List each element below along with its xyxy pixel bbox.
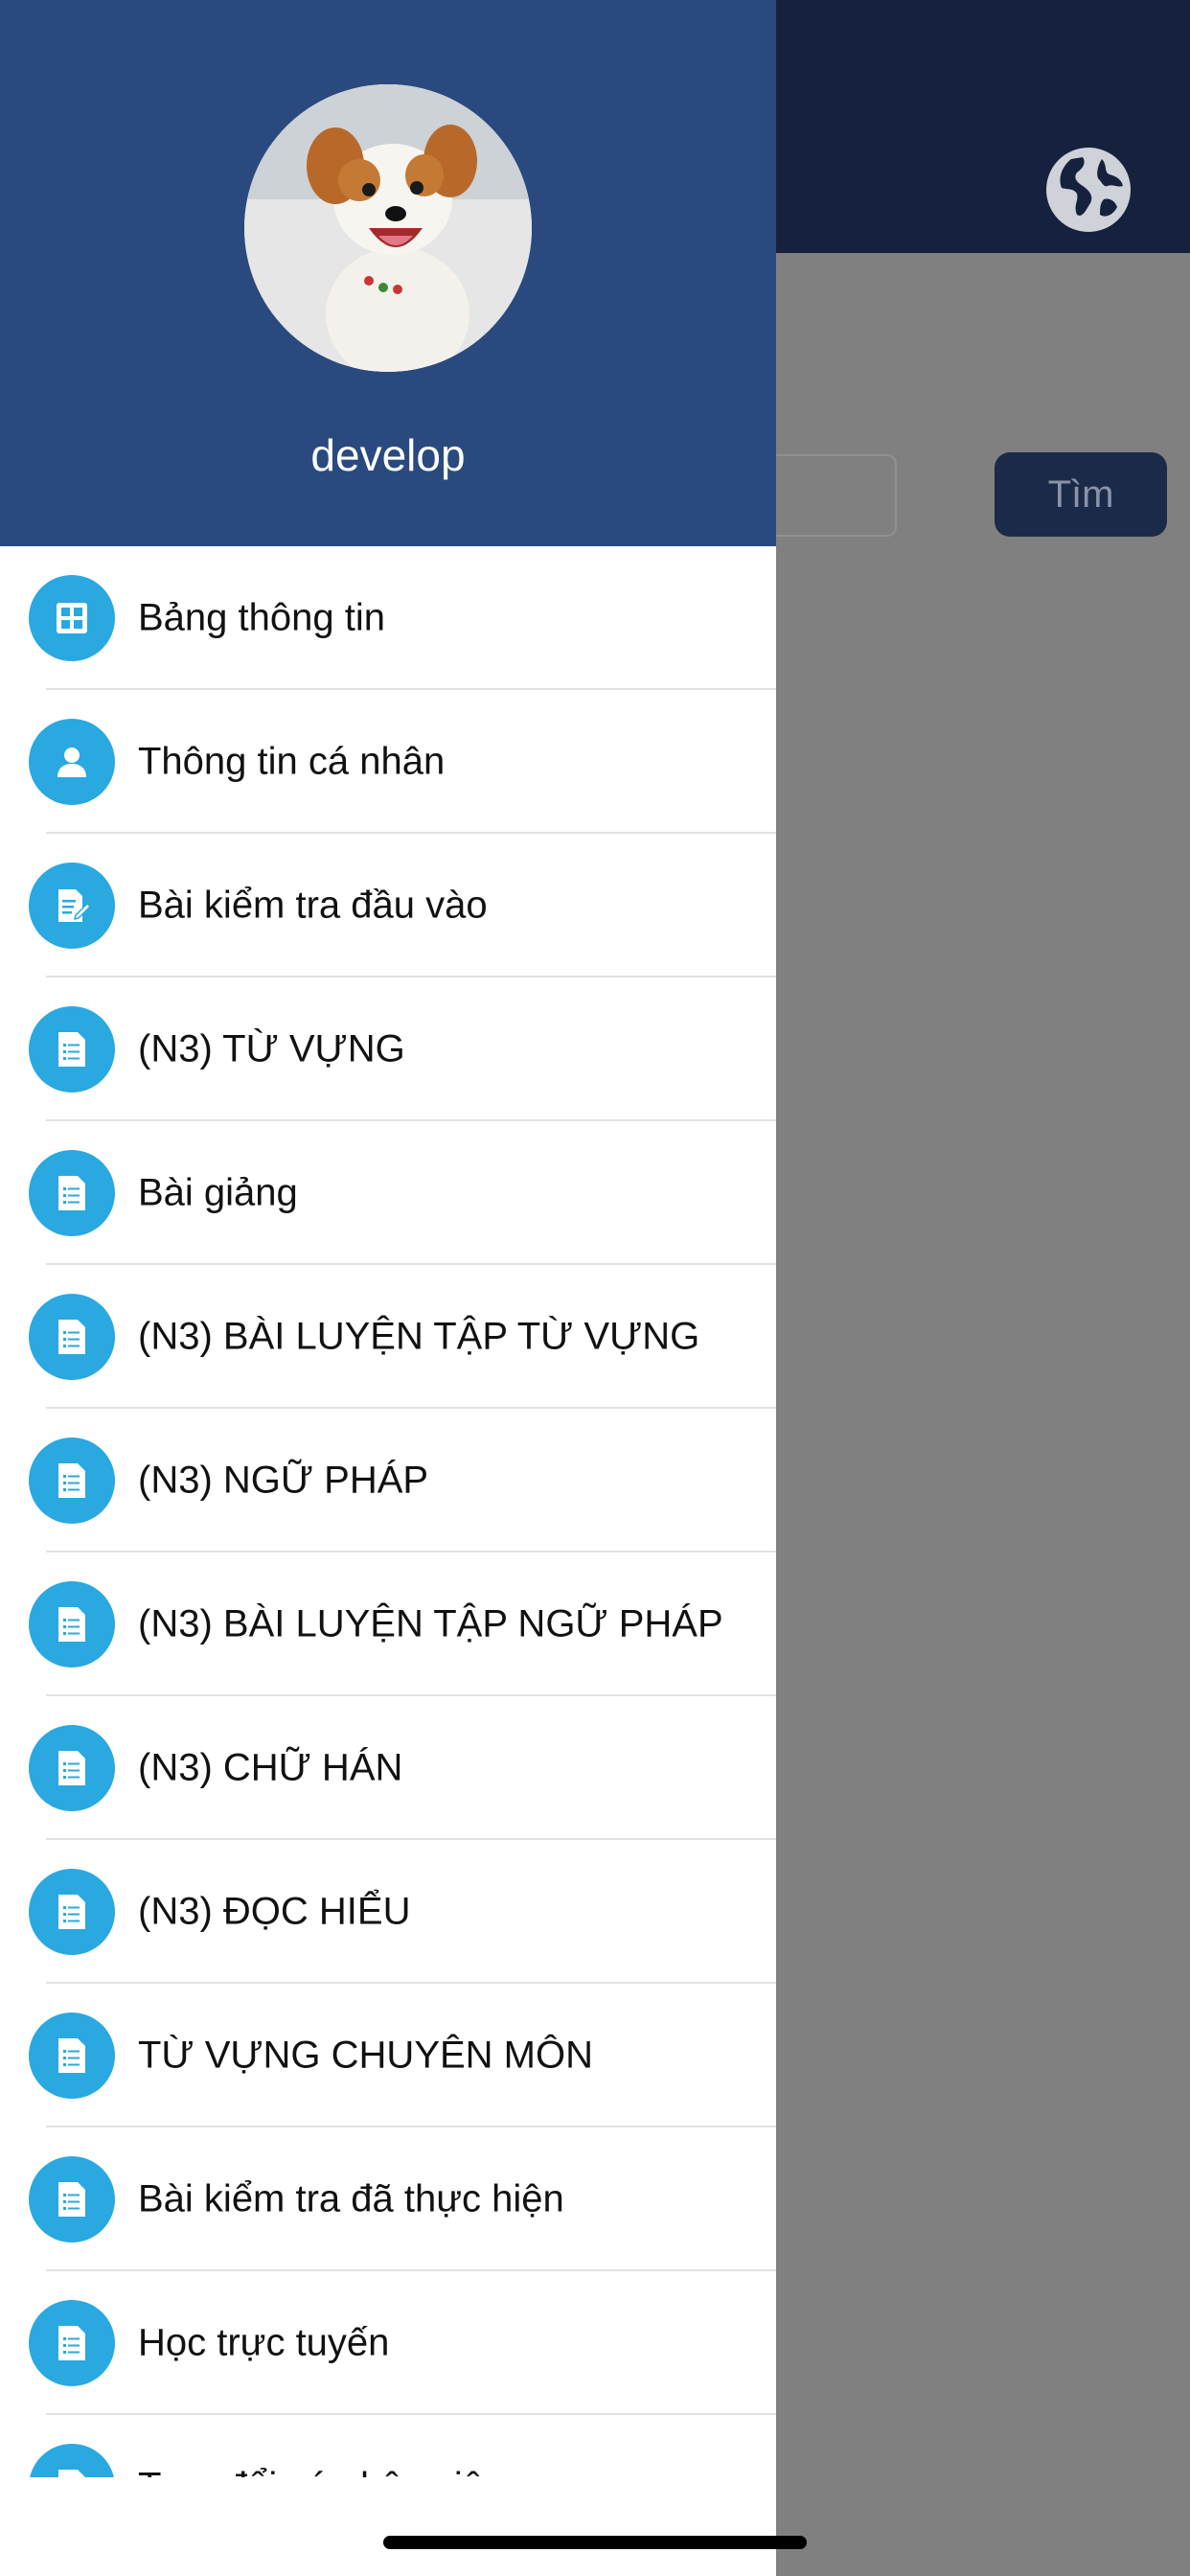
menu-item-dashboard[interactable]: Bảng thông tin (0, 546, 776, 690)
menu-item-label: (N3) BÀI LUYỆN TẬP TỪ VỰNG (138, 1315, 700, 1358)
document-icon (29, 2300, 115, 2386)
menu-item-label: TỪ VỰNG CHUYÊN MÔN (138, 2034, 593, 2077)
document-icon (29, 1581, 115, 1668)
search-button[interactable]: Tìm (995, 452, 1167, 537)
document-icon (29, 1869, 115, 1955)
globe-icon[interactable] (1044, 146, 1133, 234)
document-icon (29, 1725, 115, 1811)
document-icon (29, 2012, 115, 2099)
menu-item-profile[interactable]: Thông tin cá nhân (0, 690, 776, 834)
side-drawer: develop Bảng thông tin Thông tin cá nhân… (0, 0, 776, 2576)
menu-item-entrance-test[interactable]: Bài kiểm tra đầu vào (0, 834, 776, 978)
menu-item-n3-vocabulary[interactable]: (N3) TỪ VỰNG (0, 978, 776, 1121)
menu-item-n3-vocabulary-practice[interactable]: (N3) BÀI LUYỆN TẬP TỪ VỰNG (0, 1265, 776, 1409)
user-icon (29, 719, 115, 805)
menu-item-label: (N3) CHỮ HÁN (138, 1746, 403, 1789)
avatar[interactable] (244, 84, 532, 372)
menu-item-n3-kanji[interactable]: (N3) CHỮ HÁN (0, 1696, 776, 1840)
document-icon (29, 1006, 115, 1092)
drawer-header: develop (0, 0, 776, 546)
menu-item-online-learning[interactable]: Học trực tuyến (0, 2271, 776, 2415)
menu-item-label: Bảng thông tin (138, 596, 385, 639)
menu-item-label: (N3) TỪ VỰNG (138, 1027, 405, 1070)
menu-item-label: Bài kiểm tra đã thực hiện (138, 2177, 564, 2220)
menu-item-specialized-vocabulary[interactable]: TỪ VỰNG CHUYÊN MÔN (0, 1984, 776, 2128)
menu-item-label: Bài kiểm tra đầu vào (138, 884, 488, 927)
menu-item-label: Thông tin cá nhân (138, 740, 446, 783)
menu-item-label: (N3) BÀI LUYỆN TẬP NGỮ PHÁP (138, 1602, 723, 1645)
menu-item-label: Trao đổi cá nhân việc (138, 2466, 503, 2478)
document-icon (29, 2156, 115, 2242)
document-icon (29, 1438, 115, 1524)
document-icon (29, 1294, 115, 1380)
menu-item-personal-exchange[interactable]: Trao đổi cá nhân việc (0, 2415, 776, 2477)
menu-item-n3-grammar[interactable]: (N3) NGỮ PHÁP (0, 1409, 776, 1552)
menu-item-completed-tests[interactable]: Bài kiểm tra đã thực hiện (0, 2128, 776, 2271)
menu-item-label: (N3) ĐỌC HIỂU (138, 1890, 411, 1933)
drawer-menu: Bảng thông tin Thông tin cá nhân Bài kiể… (0, 546, 776, 2477)
username: develop (310, 430, 466, 480)
menu-item-lectures[interactable]: Bài giảng (0, 1121, 776, 1265)
document-icon (29, 2444, 115, 2477)
menu-item-label: Bài giảng (138, 1171, 298, 1214)
menu-item-label: (N3) NGỮ PHÁP (138, 1459, 429, 1502)
edit-document-icon (29, 862, 115, 949)
menu-item-n3-grammar-practice[interactable]: (N3) BÀI LUYỆN TẬP NGỮ PHÁP (0, 1552, 776, 1696)
menu-item-label: Học trực tuyến (138, 2321, 390, 2364)
document-icon (29, 1150, 115, 1236)
dashboard-icon (29, 575, 115, 661)
home-indicator (383, 2536, 807, 2549)
menu-item-n3-reading[interactable]: (N3) ĐỌC HIỂU (0, 1840, 776, 1984)
